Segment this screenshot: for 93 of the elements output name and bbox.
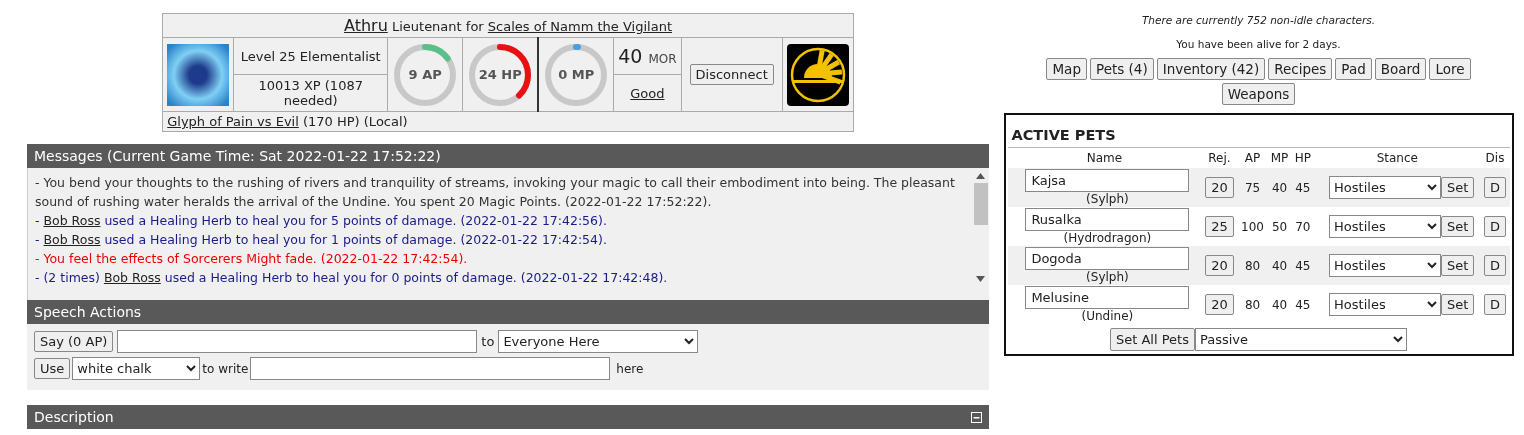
- nav-button[interactable]: Lore: [1429, 58, 1471, 80]
- target-dropdown[interactable]: Everyone Here: [498, 330, 699, 353]
- pet-mp: 50: [1271, 219, 1288, 234]
- all-stance-dropdown[interactable]: Passive: [1195, 328, 1407, 351]
- pet-hp: 70: [1295, 219, 1311, 234]
- nav-button[interactable]: Pets (4): [1089, 58, 1154, 80]
- dismiss-button[interactable]: D: [1483, 216, 1506, 237]
- pet-species: (Undine): [1080, 309, 1135, 323]
- nav-button[interactable]: Weapons: [1221, 83, 1296, 105]
- message-line: - Bob Ross used a Healing Herb to heal you for 1 points of damage. (2022-01-22 17:42:54).: [35, 231, 608, 249]
- pet-hp: 45: [1295, 297, 1311, 312]
- pet-mp: 40: [1271, 180, 1288, 195]
- set-button[interactable]: Set: [1441, 294, 1475, 315]
- column-header: Rej.: [1208, 151, 1231, 165]
- set-button[interactable]: Set: [1441, 177, 1475, 198]
- nav-button[interactable]: Recipes: [1268, 58, 1333, 80]
- column-header: Stance: [1376, 151, 1418, 165]
- say-button[interactable]: Say (0 AP): [34, 331, 114, 352]
- stance-dropdown[interactable]: Hostiles: [1329, 293, 1442, 316]
- dismiss-button[interactable]: D: [1483, 177, 1506, 198]
- rejuvenate-button[interactable]: 20: [1205, 294, 1234, 315]
- pet-mp: 40: [1271, 297, 1288, 312]
- disconnect-button[interactable]: Disconnect: [689, 64, 774, 85]
- column-header: MP: [1270, 151, 1289, 165]
- message-line: - (2 times) Bob Ross used a Healing Herb to heal you for 0 points of damage. (2022-01-22 17:42:48).: [35, 269, 669, 287]
- rejuvenate-button[interactable]: 25: [1205, 216, 1234, 237]
- pet-ap: 80: [1244, 297, 1261, 312]
- pet-species: (Sylph): [1085, 192, 1130, 206]
- rank-text: Lieutenant for: [391, 19, 484, 34]
- stance-dropdown[interactable]: Hostiles: [1329, 254, 1442, 277]
- xp-text: 10013 XP (1087 needed): [258, 78, 363, 108]
- level-class-text: Level 25 Elementalist: [240, 48, 381, 64]
- morale-value: 40 MOR: [618, 45, 677, 67]
- to-write-label: to write: [202, 361, 249, 376]
- stance-dropdown[interactable]: Hostiles: [1329, 176, 1442, 199]
- dismiss-button[interactable]: D: [1483, 294, 1506, 315]
- column-header: Name: [1086, 151, 1123, 165]
- gauge-label: 9 AP: [407, 66, 443, 84]
- pet-species: (Hydrodragon): [1062, 231, 1153, 245]
- write-input-field[interactable]: [250, 357, 611, 380]
- status-text: You have been alive for 2 days.: [1176, 38, 1341, 50]
- item-dropdown[interactable]: white chalk: [72, 357, 201, 380]
- messages-header: Messages (Current Game Time: Sat 2022-01-22 17:52:22): [27, 144, 989, 168]
- nav-button[interactable]: Inventory (42): [1156, 58, 1266, 80]
- pet-name-field[interactable]: Rusalka: [1025, 208, 1190, 231]
- pet-name-field[interactable]: Dogoda: [1025, 247, 1190, 270]
- message-line: - You bend your thoughts to the rushing of rivers and tranquility of streams, invoking your magic to call their embodiment into being. The pleasant sound of rushing water heralds the arrival of the Undine. You spent 20 Magic Points. (2022-01-22 17:52:22).: [35, 174, 956, 211]
- stance-dropdown[interactable]: Hostiles: [1329, 215, 1442, 238]
- player-link[interactable]: Bob Ross: [43, 213, 101, 228]
- nav-button[interactable]: Pad: [1335, 58, 1372, 80]
- set-button[interactable]: Set: [1441, 255, 1475, 276]
- effect-detail: (170 HP) (Local): [302, 114, 408, 129]
- message-line: - You feel the effects of Sorcerers Might fade. (2022-01-22 17:42:54).: [35, 250, 469, 268]
- collapse-icon[interactable]: [971, 411, 982, 423]
- player-link[interactable]: Bob Ross: [43, 232, 101, 247]
- pet-name-field[interactable]: Melusine: [1025, 286, 1190, 309]
- pet-hp: 45: [1295, 180, 1311, 195]
- column-header: HP: [1294, 151, 1311, 165]
- pet-species: (Sylph): [1085, 270, 1130, 284]
- faction-link[interactable]: Scales of Namm the Vigilant: [487, 19, 672, 34]
- scroll-down-icon[interactable]: [976, 276, 985, 282]
- set-all-pets-button[interactable]: Set All Pets: [1110, 328, 1195, 351]
- message-line: - Bob Ross used a Healing Herb to heal you for 5 points of damage. (2022-01-22 17:42:56).: [35, 212, 608, 230]
- pet-mp: 40: [1271, 258, 1288, 273]
- column-header: AP: [1244, 151, 1261, 165]
- character-name[interactable]: Athru: [344, 16, 388, 35]
- pet-ap: 100: [1241, 219, 1264, 234]
- gauge-label: 24 HP: [477, 66, 523, 84]
- nav-button[interactable]: Map: [1046, 58, 1087, 80]
- set-button[interactable]: Set: [1441, 216, 1475, 237]
- description-header: Description: [27, 405, 989, 429]
- to-label: to: [481, 334, 495, 349]
- pet-ap: 75: [1244, 180, 1261, 195]
- pet-name-field[interactable]: Kajsa: [1025, 169, 1190, 192]
- use-button[interactable]: Use: [34, 358, 71, 379]
- scroll-up-icon[interactable]: [976, 173, 985, 179]
- rejuvenate-button[interactable]: 20: [1205, 177, 1234, 198]
- dismiss-button[interactable]: D: [1483, 255, 1506, 276]
- say-input-field[interactable]: [117, 330, 478, 353]
- gauge-label: 0 MP: [557, 66, 596, 84]
- avatar-image: [167, 43, 230, 106]
- effect-link[interactable]: Glyph of Pain vs Evil: [167, 114, 299, 129]
- rejuvenate-button[interactable]: 20: [1205, 255, 1234, 276]
- pets-title: ACTIVE PETS: [1007, 115, 1510, 148]
- column-header: Dis: [1485, 151, 1505, 165]
- pet-hp: 45: [1295, 258, 1311, 273]
- here-label: here: [616, 361, 644, 376]
- status-text: There are currently 752 non-idle characters.: [1141, 14, 1376, 26]
- player-link[interactable]: Bob Ross: [103, 270, 161, 285]
- nav-button[interactable]: Board: [1374, 58, 1427, 80]
- speech-header: Speech Actions: [27, 300, 989, 324]
- sun-emblem-icon: [786, 43, 849, 106]
- pet-ap: 80: [1244, 258, 1261, 273]
